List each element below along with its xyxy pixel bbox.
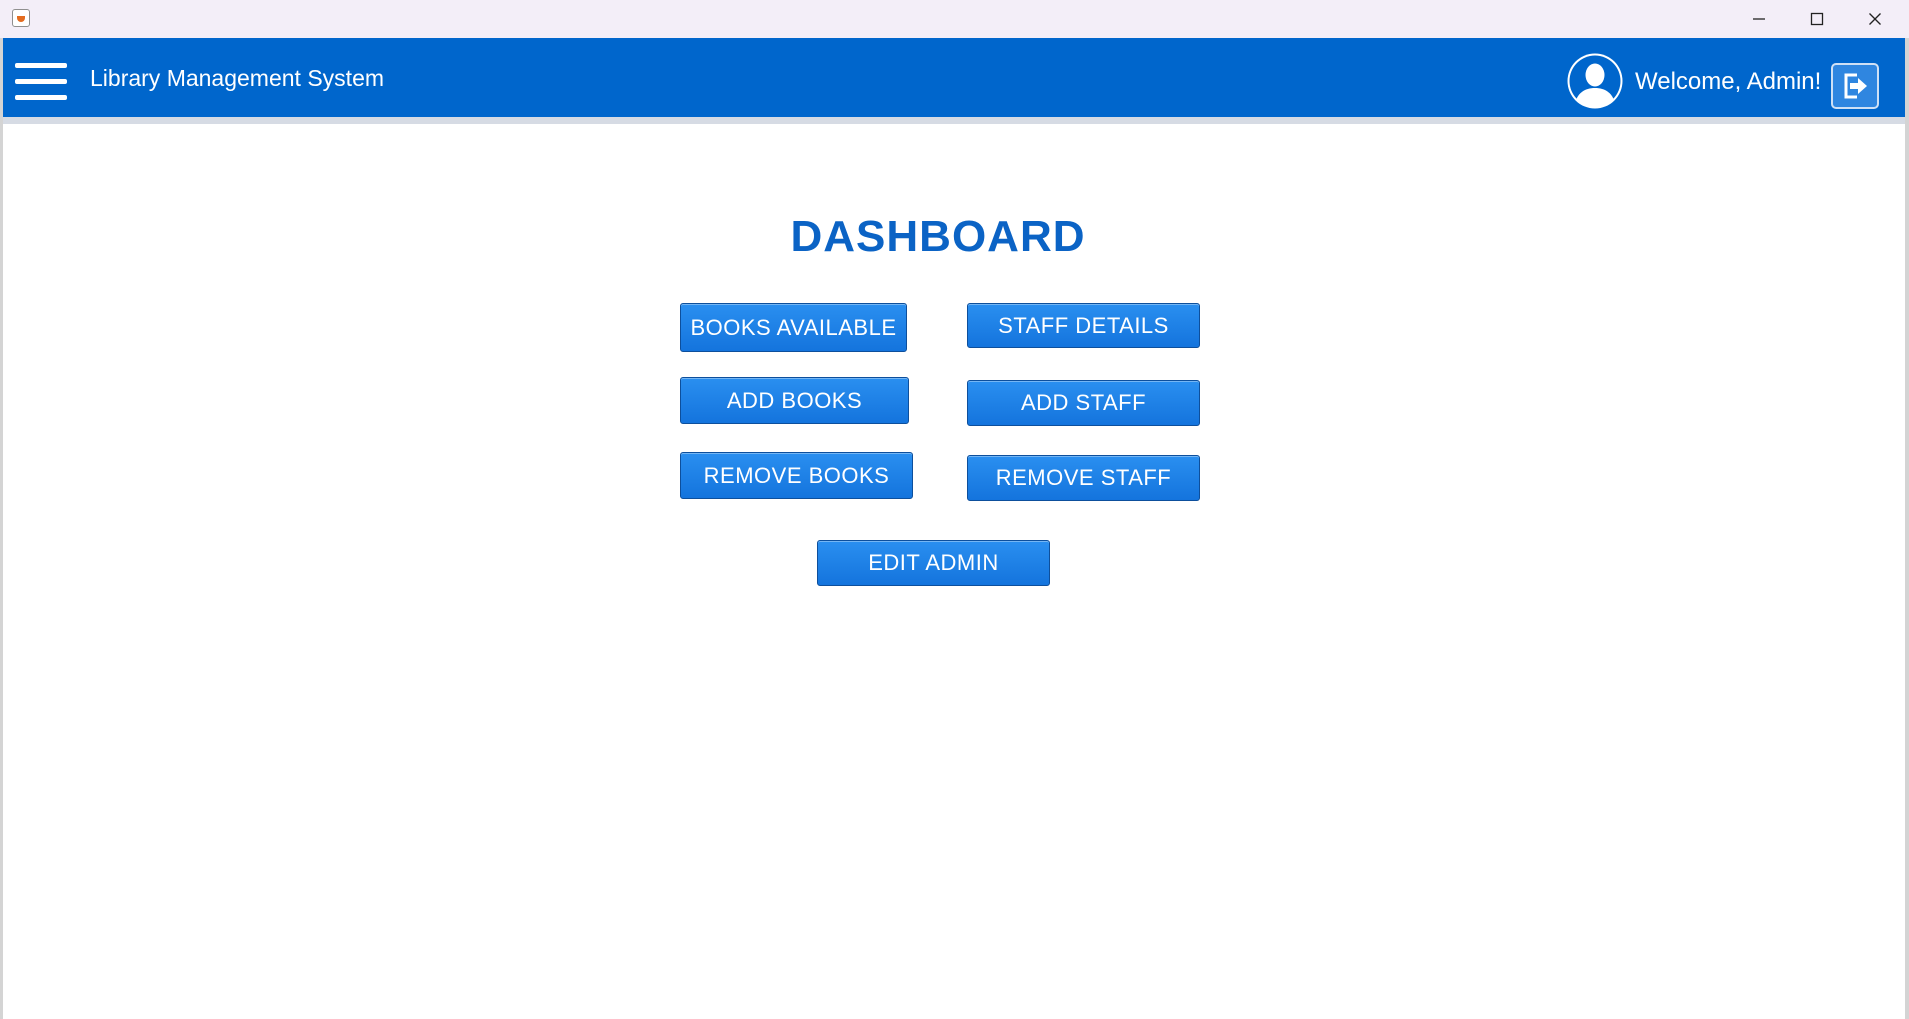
window-title-bar <box>0 0 1909 39</box>
hamburger-menu-icon[interactable] <box>15 63 67 101</box>
add-staff-button[interactable]: ADD STAFF <box>967 380 1200 426</box>
welcome-message: Welcome, Admin! <box>1635 68 1822 95</box>
close-button[interactable] <box>1846 0 1904 38</box>
close-icon <box>1869 13 1881 25</box>
window-frame-right <box>1905 38 1909 1019</box>
java-app-icon <box>12 9 30 27</box>
edit-admin-button[interactable]: EDIT ADMIN <box>817 540 1050 586</box>
logout-button[interactable] <box>1831 63 1879 109</box>
app-header: Library Management System Welcome, Admin… <box>3 38 1905 117</box>
window-frame-left <box>0 38 3 1019</box>
app-title: Library Management System <box>90 65 385 91</box>
logout-icon <box>1844 73 1867 99</box>
minimize-icon <box>1753 18 1765 20</box>
remove-staff-button[interactable]: REMOVE STAFF <box>967 455 1200 501</box>
remove-books-button[interactable]: REMOVE BOOKS <box>680 452 913 499</box>
staff-details-button[interactable]: STAFF DETAILS <box>967 303 1200 348</box>
header-divider <box>3 117 1905 124</box>
maximize-button[interactable] <box>1788 0 1846 38</box>
user-avatar-icon <box>1567 53 1623 109</box>
books-available-button[interactable]: BOOKS AVAILABLE <box>680 303 907 352</box>
minimize-button[interactable] <box>1730 0 1788 38</box>
dashboard-title: DASHBOARD <box>790 212 1086 261</box>
add-books-button[interactable]: ADD BOOKS <box>680 377 909 424</box>
maximize-icon <box>1810 12 1824 26</box>
